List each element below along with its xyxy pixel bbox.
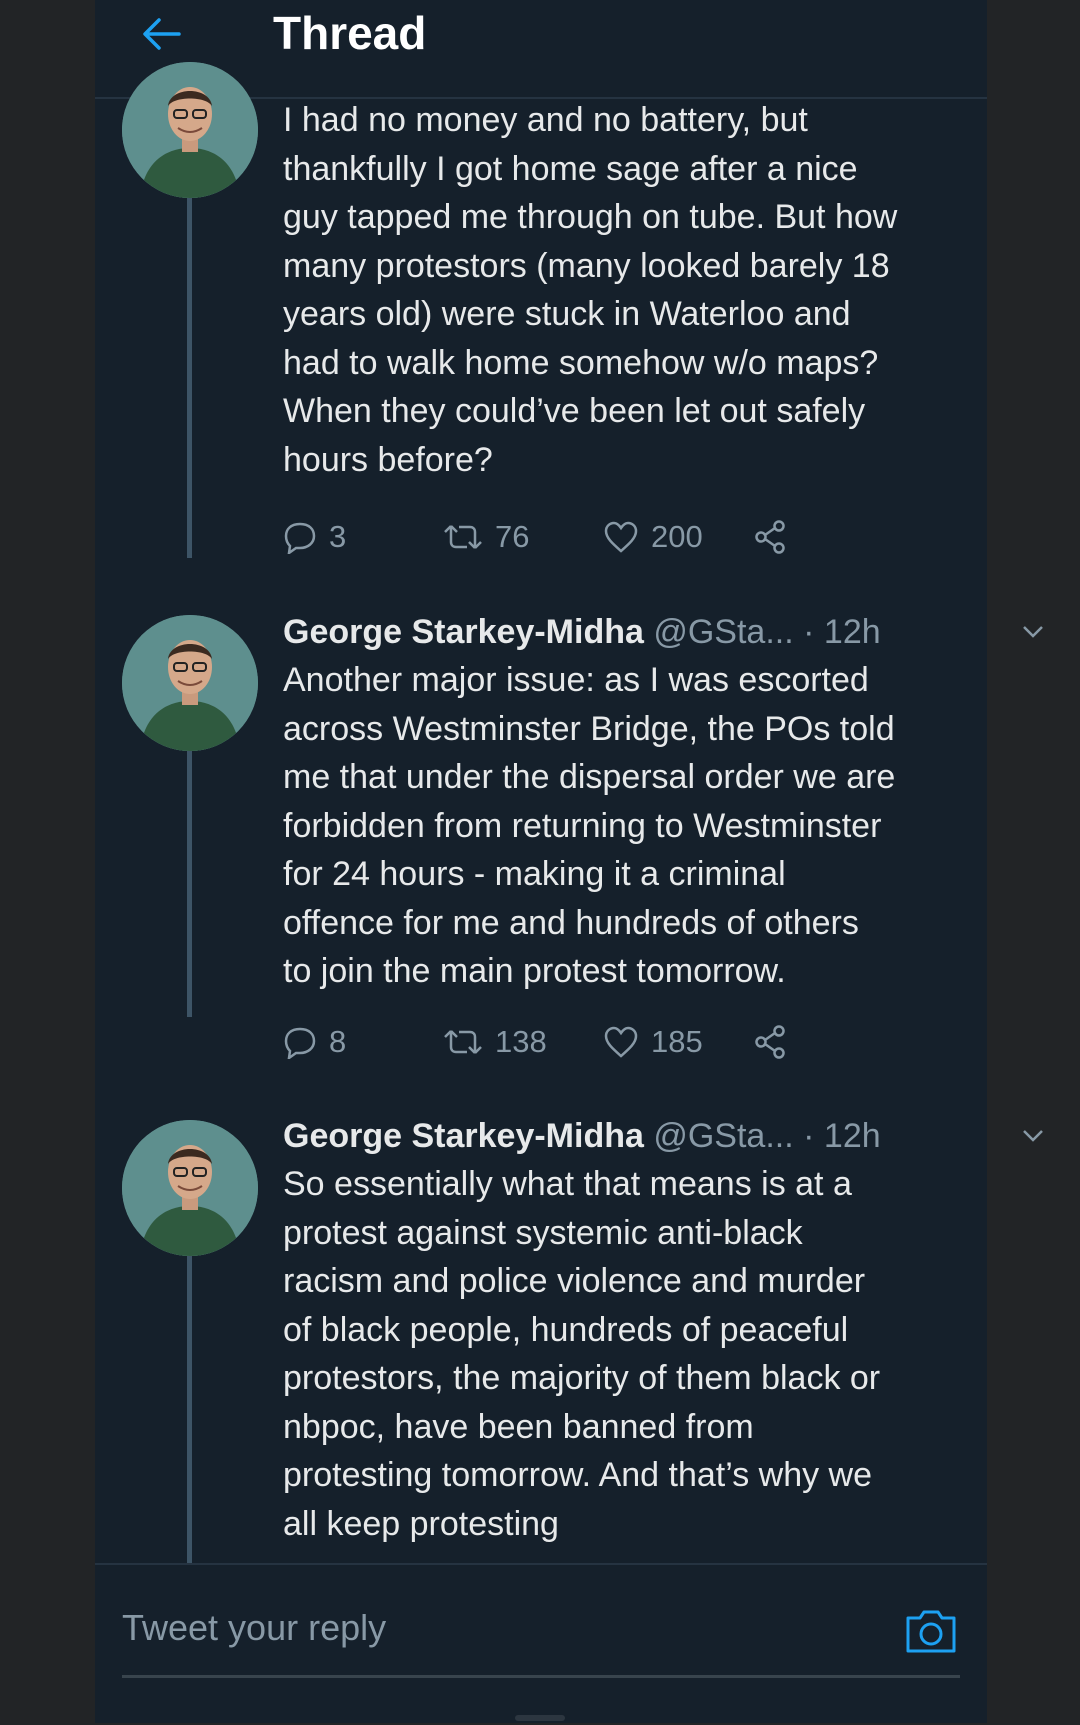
- author-name[interactable]: George Starkey-Midha: [283, 613, 644, 651]
- tweet-actions: 8 138 185: [283, 1017, 843, 1067]
- avatar[interactable]: [122, 62, 258, 198]
- retweet-icon: [444, 1030, 482, 1054]
- heart-icon: [604, 521, 638, 553]
- camera-icon[interactable]: [903, 1603, 959, 1659]
- share-icon: [755, 520, 785, 554]
- avatar[interactable]: [122, 1120, 258, 1256]
- thread-line: [187, 178, 192, 558]
- retweet-icon: [444, 525, 482, 549]
- tweet-text: So essentially what that means is at a p…: [283, 1165, 881, 1543]
- chevron-down-icon[interactable]: [1018, 616, 1048, 646]
- retweet-button[interactable]: 76: [443, 512, 529, 562]
- tweet-text: I had no money and no battery, but thank…: [283, 101, 898, 479]
- reply-count: 8: [329, 1024, 347, 1059]
- like-button[interactable]: 185: [603, 1017, 703, 1067]
- author-handle[interactable]: @GSta...: [653, 1117, 793, 1155]
- tweet-text: Another major issue: as I was escorted a…: [283, 661, 896, 990]
- reply-count: 3: [329, 519, 347, 554]
- like-button[interactable]: 200: [603, 512, 703, 562]
- reply-underline: [122, 1675, 960, 1678]
- reply-button[interactable]: 3: [283, 512, 346, 562]
- reply-icon: [284, 1027, 316, 1059]
- tweet-time: · 12h: [803, 1117, 881, 1155]
- author-handle[interactable]: @GSta...: [653, 613, 793, 651]
- tweet-header: George Starkey-Midha @GSta... · 12h: [283, 608, 1043, 656]
- page-title: Thread: [273, 7, 427, 59]
- home-indicator: [515, 1715, 565, 1721]
- arrow-left-icon[interactable]: [139, 12, 183, 56]
- retweet-button[interactable]: 138: [443, 1017, 547, 1067]
- reply-icon: [284, 522, 316, 554]
- avatar[interactable]: [122, 615, 258, 751]
- thread-screen: Thread I had no money and no battery, bu…: [95, 0, 1043, 1725]
- tweet-header: George Starkey-Midha @GSta... · 12h: [283, 1112, 1043, 1160]
- share-button[interactable]: [753, 512, 801, 562]
- like-count: 200: [651, 519, 703, 554]
- retweet-count: 76: [495, 519, 530, 554]
- author-name[interactable]: George Starkey-Midha: [283, 1117, 644, 1155]
- tweet-time: · 12h: [803, 613, 881, 651]
- share-button[interactable]: [753, 1017, 801, 1067]
- tweet-actions: 3 76 200: [283, 512, 843, 562]
- chevron-down-icon[interactable]: [1018, 1120, 1048, 1150]
- like-count: 185: [651, 1024, 703, 1059]
- reply-button[interactable]: 8: [283, 1017, 346, 1067]
- heart-icon: [604, 1026, 638, 1058]
- reply-input[interactable]: Tweet your reply: [122, 1607, 386, 1649]
- retweet-count: 138: [495, 1024, 547, 1059]
- share-icon: [755, 1025, 785, 1059]
- reply-bar: Tweet your reply: [95, 1563, 987, 1725]
